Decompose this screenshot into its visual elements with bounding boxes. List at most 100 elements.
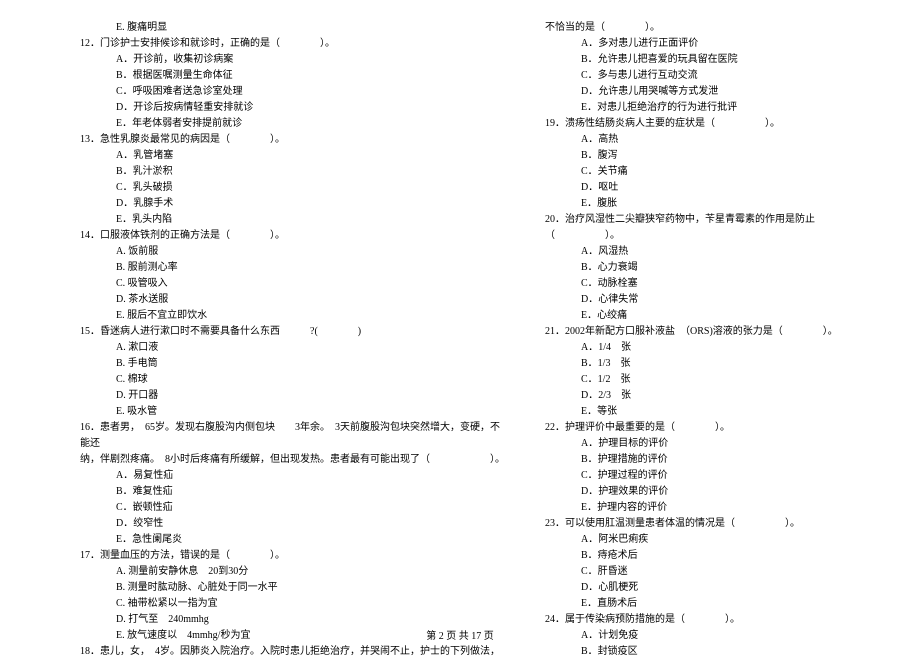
- q15-num: 15．: [80, 326, 100, 337]
- q14-stem: 14．口服液体铁剂的正确方法是（ ）。: [80, 228, 505, 244]
- q14-option: A. 饭前服: [80, 244, 505, 260]
- q18-num: 18．: [80, 646, 100, 657]
- q16-option: C．嵌顿性疝: [80, 500, 505, 516]
- q12-text: 门诊护士安排候诊和就诊时，正确的是（ ）。: [100, 38, 335, 49]
- q16-stem: 16．患者男， 65岁。发现右腹股沟内侧包块 3年余。 3天前腹股沟包块突然增大…: [80, 420, 505, 452]
- q17-num: 17．: [80, 550, 100, 561]
- q15-option: E. 吸水管: [80, 404, 505, 420]
- q23-text: 可以使用肛温测量患者体温的情况是（ ）。: [565, 518, 800, 529]
- q19-option: D．呕吐: [545, 180, 880, 196]
- q18-option: A．多对患儿进行正面评价: [545, 36, 880, 52]
- q19-num: 19．: [545, 118, 565, 129]
- q15-option: A. 漱口液: [80, 340, 505, 356]
- q21-option: A．1/4 张: [545, 340, 880, 356]
- q13-option: C．乳头破损: [80, 180, 505, 196]
- q17-option: C. 袖带松紧以一指为宜: [80, 596, 505, 612]
- q19-option: B．腹泻: [545, 148, 880, 164]
- page-footer: 第 2 页 共 17 页: [0, 627, 920, 642]
- q19-stem: 19．溃疡性结肠炎病人主要的症状是（ ）。: [545, 116, 880, 132]
- q18-option: E．对患儿拒绝治疗的行为进行批评: [545, 100, 880, 116]
- q12-num: 12．: [80, 38, 100, 49]
- q21-option: D．2/3 张: [545, 388, 880, 404]
- q22-option: E．护理内容的评价: [545, 500, 880, 516]
- q12-option: A．开诊前，收集初诊病案: [80, 52, 505, 68]
- q21-text: 2002年新配方口服补液盐 （ORS)溶液的张力是（ ）。: [565, 326, 838, 337]
- q22-num: 22．: [545, 422, 565, 433]
- q24-option: B．封锁疫区: [545, 644, 880, 660]
- page-content: E. 腹痛明显 12．门诊护士安排候诊和就诊时，正确的是（ ）。 A．开诊前，收…: [0, 0, 920, 660]
- q16-text: 患者男， 65岁。发现右腹股沟内侧包块 3年余。 3天前腹股沟包块突然增大，变硬…: [80, 422, 500, 449]
- q13-option: B．乳汁淤积: [80, 164, 505, 180]
- q18-option: B．允许患儿把喜爱的玩具留在医院: [545, 52, 880, 68]
- q18-cont: 不恰当的是（ ）。: [545, 20, 880, 36]
- q19-text: 溃疡性结肠炎病人主要的症状是（ ）。: [565, 118, 780, 129]
- q17-stem: 17．测量血压的方法，错误的是（ ）。: [80, 548, 505, 564]
- q14-num: 14．: [80, 230, 100, 241]
- q16-option: E．急性阑尾炎: [80, 532, 505, 548]
- q14-option: D. 茶水送服: [80, 292, 505, 308]
- q13-text: 急性乳腺炎最常见的病因是（ ）。: [100, 134, 285, 145]
- q17-text: 测量血压的方法，错误的是（ ）。: [100, 550, 285, 561]
- q14-option: E. 服后不宜立即饮水: [80, 308, 505, 324]
- q14-option: C. 吸管吸入: [80, 276, 505, 292]
- q18-text: 患儿，女， 4岁。因肺炎入院治疗。入院时患儿拒绝治疗，并哭闹不止，护士的下列做法…: [100, 646, 500, 657]
- q24-text: 属于传染病预防措施的是（ ）。: [565, 614, 740, 625]
- q23-option: A．阿米巴痢疾: [545, 532, 880, 548]
- q15-text: 昏迷病人进行漱口时不需要具备什么东西 ?( ): [100, 326, 361, 337]
- q17-option: B. 测量时肱动脉、心脏处于同一水平: [80, 580, 505, 596]
- q19-option: C．关节痛: [545, 164, 880, 180]
- q17-option: A. 测量前安静休息 20到30分: [80, 564, 505, 580]
- q15-option: D. 开口器: [80, 388, 505, 404]
- q20-text: 治疗风湿性二尖瓣狭窄药物中，苄星青霉素的作用是防止（ ）。: [545, 214, 815, 241]
- q19-option: A．高热: [545, 132, 880, 148]
- q13-num: 13．: [80, 134, 100, 145]
- q23-option: E．直肠术后: [545, 596, 880, 612]
- q13-option: D．乳腺手术: [80, 196, 505, 212]
- q13-option: E．乳头内陷: [80, 212, 505, 228]
- q23-stem: 23．可以使用肛温测量患者体温的情况是（ ）。: [545, 516, 880, 532]
- q13-option: A．乳管堵塞: [80, 148, 505, 164]
- q20-stem: 20．治疗风湿性二尖瓣狭窄药物中，苄星青霉素的作用是防止（ ）。: [545, 212, 880, 244]
- q21-option: B．1/3 张: [545, 356, 880, 372]
- q18-option: D．允许患儿用哭喊等方式发泄: [545, 84, 880, 100]
- q22-stem: 22．护理评价中最重要的是（ ）。: [545, 420, 880, 436]
- q15-option: C. 棉球: [80, 372, 505, 388]
- q20-option: A．风湿热: [545, 244, 880, 260]
- q23-option: D．心肌梗死: [545, 580, 880, 596]
- q20-option: D．心律失常: [545, 292, 880, 308]
- q11-option-e: E. 腹痛明显: [80, 20, 505, 36]
- q15-option: B. 手电筒: [80, 356, 505, 372]
- q21-num: 21．: [545, 326, 565, 337]
- q20-option: E．心绞痛: [545, 308, 880, 324]
- q24-stem: 24．属于传染病预防措施的是（ ）。: [545, 612, 880, 628]
- q16-option: B．难复性疝: [80, 484, 505, 500]
- q21-option: E．等张: [545, 404, 880, 420]
- q14-option: B. 服前测心率: [80, 260, 505, 276]
- q12-option: C．呼吸困难者送急诊室处理: [80, 84, 505, 100]
- q22-option: D．护理效果的评价: [545, 484, 880, 500]
- q23-option: B．痔疮术后: [545, 548, 880, 564]
- q16-num: 16．: [80, 422, 100, 433]
- q20-num: 20．: [545, 214, 565, 225]
- q19-option: E．腹胀: [545, 196, 880, 212]
- q22-option: B．护理措施的评价: [545, 452, 880, 468]
- q23-option: C．肝昏迷: [545, 564, 880, 580]
- q21-stem: 21．2002年新配方口服补液盐 （ORS)溶液的张力是（ ）。: [545, 324, 880, 340]
- left-column: E. 腹痛明显 12．门诊护士安排候诊和就诊时，正确的是（ ）。 A．开诊前，收…: [80, 20, 525, 660]
- q22-option: C．护理过程的评价: [545, 468, 880, 484]
- q12-stem: 12．门诊护士安排候诊和就诊时，正确的是（ ）。: [80, 36, 505, 52]
- q16-stem2: 纳，伴剧烈疼痛。 8小时后疼痛有所缓解，但出现发热。患者最有可能出现了（ ）。: [80, 452, 505, 468]
- q22-option: A．护理目标的评价: [545, 436, 880, 452]
- q17-option: D. 打气至 240mmhg: [80, 612, 505, 628]
- q24-num: 24．: [545, 614, 565, 625]
- q20-option: C．动脉栓塞: [545, 276, 880, 292]
- q12-option: E．年老体弱者安排提前就诊: [80, 116, 505, 132]
- q18-stem: 18．患儿，女， 4岁。因肺炎入院治疗。入院时患儿拒绝治疗，并哭闹不止，护士的下…: [80, 644, 505, 660]
- q16-option: D．绞窄性: [80, 516, 505, 532]
- q18-option: C．多与患儿进行互动交流: [545, 68, 880, 84]
- q22-text: 护理评价中最重要的是（ ）。: [565, 422, 730, 433]
- q12-option: D．开诊后按病情轻重安排就诊: [80, 100, 505, 116]
- q23-num: 23．: [545, 518, 565, 529]
- q16-option: A．易复性疝: [80, 468, 505, 484]
- q13-stem: 13．急性乳腺炎最常见的病因是（ ）。: [80, 132, 505, 148]
